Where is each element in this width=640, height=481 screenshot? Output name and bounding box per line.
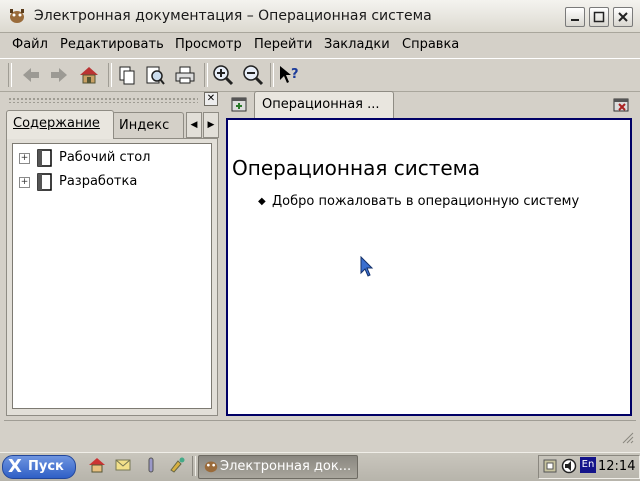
maximize-icon [593,11,605,23]
document-list-item: Добро пожаловать в операционную систему [272,194,580,209]
tree-item-label: Рабочий стол [59,150,151,165]
tabs-scroll-right-button[interactable]: ▶ [203,112,219,138]
mouse-pointer-icon [360,256,374,277]
copy-icon[interactable] [116,64,138,86]
taskbar-window-label: Электронная док... [220,459,352,474]
maximize-button[interactable] [589,7,609,27]
expand-icon[interactable]: + [19,153,30,164]
tree-item[interactable]: + Рабочий стол [19,148,199,168]
close-tab-icon[interactable] [611,95,631,113]
help-center-app-icon [10,9,24,23]
zoom-out-icon[interactable] [242,64,264,86]
pane-grip[interactable] [8,97,198,103]
back-icon[interactable] [20,64,42,86]
tree-item-label: Разработка [59,174,138,189]
close-button[interactable] [613,7,633,27]
settings-quicklaunch-icon[interactable] [142,456,160,474]
tab-contents[interactable]: Содержание [6,110,114,139]
menu-go[interactable]: Перейти [254,37,313,52]
forward-icon[interactable] [48,64,70,86]
taskbar-separator [192,456,196,476]
tree-item[interactable]: + Разработка [19,172,199,192]
mail-quicklaunch-icon[interactable] [114,456,132,474]
book-icon [37,173,52,191]
toolbar-separator [270,63,274,87]
resize-grip-icon[interactable] [620,430,634,444]
menu-view[interactable]: Просмотр [175,37,242,52]
page-title: Операционная система [232,156,481,180]
menu-help[interactable]: Справка [402,37,459,52]
context-help-icon[interactable]: ? [278,64,300,86]
toolbar-separator [108,63,112,87]
pane-close-button[interactable]: ✕ [204,92,218,106]
home-icon[interactable] [78,64,100,86]
print-icon[interactable] [174,64,196,86]
menu-file[interactable]: Файл [12,37,48,52]
network-tray-icon[interactable] [542,458,558,474]
svg-text:?: ? [291,67,299,82]
zoom-in-icon[interactable] [212,64,234,86]
bullet-icon: ◆ [258,196,266,207]
find-icon[interactable] [144,64,166,86]
close-icon: ✕ [206,93,216,104]
start-button-label: Пуск [28,459,64,474]
document-tab-label: Операционная ... [262,97,380,112]
tab-index-label: Индекс [119,118,170,133]
menubar: Файл Редактировать Просмотр Перейти Закл… [0,33,640,57]
tab-index[interactable]: Индекс [112,112,184,139]
close-icon [618,12,628,22]
window-title: Электронная документация – Операционная … [34,8,432,24]
new-tab-icon[interactable] [230,95,248,113]
toolbar: ? [0,58,640,92]
volume-tray-icon[interactable] [560,458,578,474]
paint-quicklaunch-icon[interactable] [168,456,186,474]
help-center-app-icon [204,461,218,473]
menu-bookmarks[interactable]: Закладки [324,37,390,52]
home-quicklaunch-icon[interactable] [88,456,106,474]
status-bar [4,420,636,445]
toolbar-separator [204,63,208,87]
start-logo-icon: X [8,456,22,477]
keyboard-layout-indicator[interactable]: En [580,457,596,473]
toolbar-handle[interactable] [8,63,12,87]
expand-icon[interactable]: + [19,177,30,188]
menu-edit[interactable]: Редактировать [60,37,164,52]
minimize-icon [571,19,579,21]
book-icon [37,149,52,167]
tab-contents-label: Содержание [13,116,100,131]
chevron-right-icon: ▶ [207,120,215,130]
chevron-left-icon: ◀ [190,120,198,130]
contents-tree[interactable]: + Рабочий стол + Разработка [12,143,212,409]
tabs-scroll-left-button[interactable]: ◀ [186,112,202,138]
clock[interactable]: 12:14 [598,459,635,474]
minimize-button[interactable] [565,7,585,27]
